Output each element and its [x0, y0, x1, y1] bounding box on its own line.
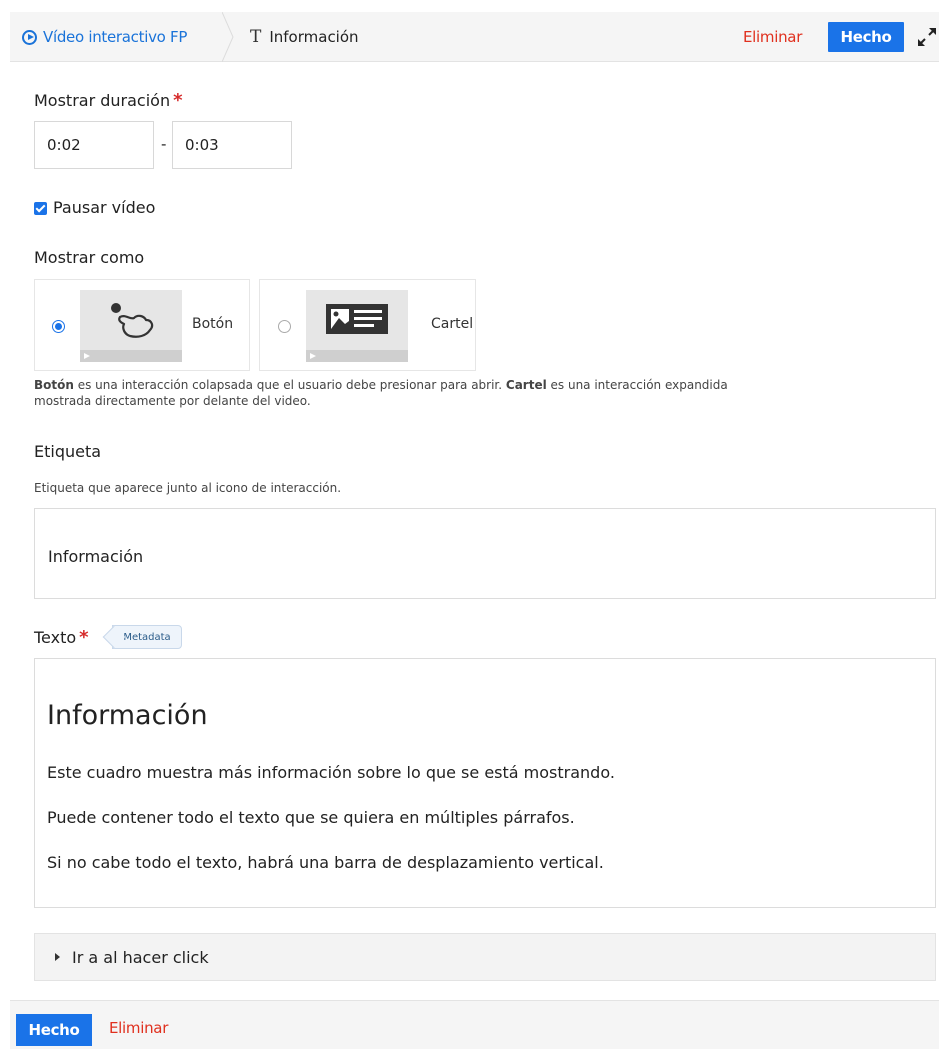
caret-right-icon: [55, 953, 60, 961]
poster-radio[interactable]: [278, 320, 291, 333]
text-heading: Información: [47, 700, 208, 731]
breadcrumb-current-label: Información: [269, 28, 359, 46]
tag-input-value: Información: [48, 547, 144, 566]
hand-pointer-icon: [111, 303, 154, 338]
text-label-text: Texto: [34, 628, 77, 647]
duration-separator: -: [161, 135, 167, 153]
tag-description: Etiqueta que aparece junto al icono de i…: [34, 481, 342, 495]
duration-end-input[interactable]: 0:03: [172, 121, 292, 169]
fullscreen-icon[interactable]: [916, 26, 938, 48]
play-circle-icon: [22, 29, 37, 45]
metadata-button[interactable]: Metadata: [112, 625, 182, 649]
video-bar: [306, 350, 408, 362]
text-paragraph: Este cuadro muestra más información sobr…: [47, 763, 615, 782]
tag-label: Etiqueta: [34, 442, 102, 461]
duration-label: Mostrar duración *: [34, 90, 183, 111]
duration-label-text: Mostrar duración: [34, 91, 171, 110]
help-text-1: es una interacción colapsada que el usua…: [73, 378, 506, 392]
pause-video-label: Pausar vídeo: [53, 198, 156, 217]
display-as-help: Botón es una interacción colapsada que e…: [34, 377, 914, 409]
help-text-3: mostrada directamente por delante del vi…: [34, 394, 311, 408]
required-marker: *: [79, 627, 89, 648]
text-paragraph: Si no cabe todo el texto, habrá una barr…: [47, 853, 604, 872]
breadcrumb-root[interactable]: Vídeo interactivo FP: [22, 12, 187, 62]
editor-header: Vídeo interactivo FP T Información Elimi…: [10, 12, 939, 62]
goto-collapsible[interactable]: Ir a al hacer click: [34, 933, 936, 981]
delete-button[interactable]: Eliminar: [743, 12, 802, 62]
video-bar: [80, 350, 182, 362]
text-paragraph: Puede contener todo el texto que se quie…: [47, 808, 575, 827]
display-as-label: Mostrar como: [34, 248, 145, 267]
breadcrumb-current: T Información: [250, 12, 359, 62]
text-label: Texto *: [34, 627, 89, 648]
button-option-label: Botón: [192, 316, 234, 332]
poster-card-icon: [326, 304, 388, 334]
pause-video-checkbox[interactable]: [34, 202, 47, 215]
display-option-poster[interactable]: Cartel: [259, 279, 476, 371]
help-poster-term: Cartel: [505, 378, 547, 392]
button-radio[interactable]: [52, 320, 65, 333]
tag-input[interactable]: Información: [34, 508, 936, 599]
footer-done-button[interactable]: Hecho: [16, 1014, 92, 1046]
footer-delete-button[interactable]: Eliminar: [109, 1019, 168, 1037]
text-type-icon: T: [250, 27, 262, 47]
button-thumbnail: [80, 290, 182, 362]
help-button-term: Botón: [34, 378, 74, 392]
done-button[interactable]: Hecho: [828, 22, 904, 52]
poster-thumbnail: [306, 290, 408, 362]
breadcrumb-root-label: Vídeo interactivo FP: [43, 28, 188, 46]
breadcrumb-separator-icon: [222, 12, 234, 62]
required-marker: *: [173, 90, 183, 111]
duration-start-input[interactable]: 0:02: [34, 121, 154, 169]
display-option-button[interactable]: Botón: [34, 279, 250, 371]
goto-label: Ir a al hacer click: [72, 947, 209, 967]
poster-option-label: Cartel: [431, 316, 474, 332]
help-text-2: es una interacción expandida: [546, 378, 728, 392]
